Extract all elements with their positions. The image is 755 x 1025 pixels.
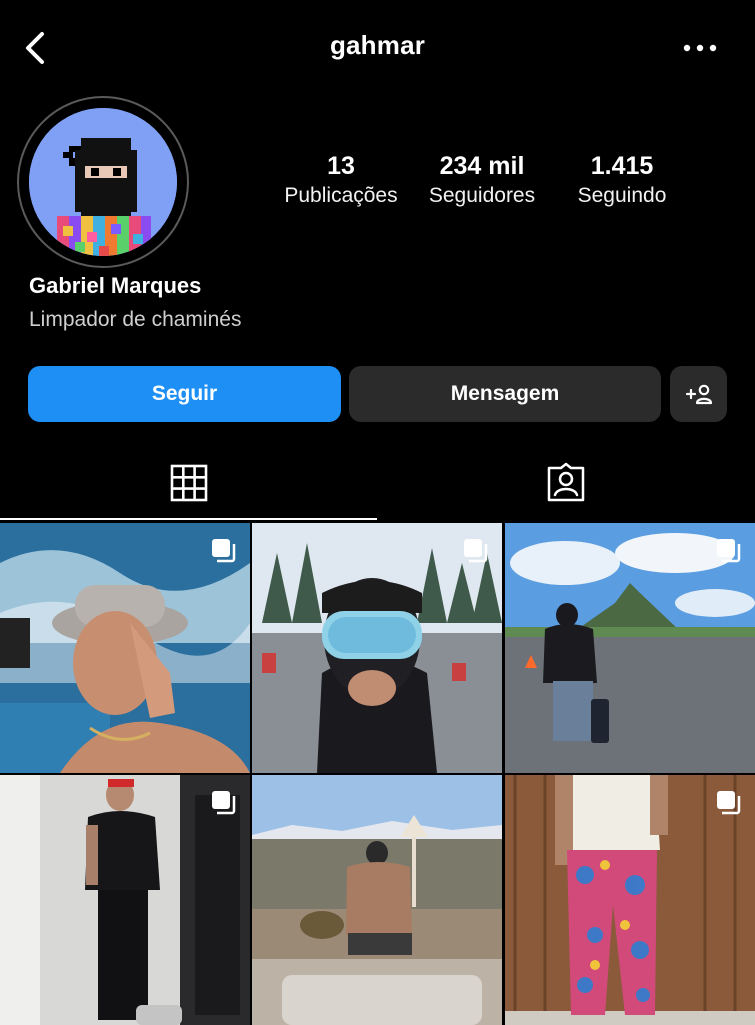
multi-photo-icon (717, 539, 741, 563)
top-bar: gahmar (0, 0, 755, 100)
tagged-person-icon (547, 462, 585, 502)
multi-photo-icon (212, 539, 236, 563)
follow-button[interactable]: Seguir (28, 366, 341, 422)
add-person-icon (685, 384, 712, 405)
stat-value: 234 mil (439, 152, 525, 180)
message-button[interactable]: Mensagem (349, 366, 661, 422)
post-tile[interactable] (252, 775, 502, 1025)
grid-icon (170, 464, 208, 502)
profile-bio: Limpador de chaminés (29, 308, 242, 331)
more-options-icon[interactable] (678, 30, 722, 66)
post-tile[interactable] (252, 523, 502, 773)
stat-following[interactable]: 1.415 Seguindo (562, 150, 682, 210)
avatar[interactable] (17, 96, 189, 268)
post-tile[interactable] (505, 523, 755, 773)
post-tile[interactable] (505, 775, 755, 1025)
stat-label: Seguindo (577, 184, 667, 207)
stat-label: Seguidores (428, 184, 536, 207)
multi-photo-icon (717, 791, 741, 815)
tab-tagged[interactable] (377, 450, 755, 520)
stat-value: 1.415 (590, 152, 654, 180)
post-tile[interactable] (0, 523, 250, 773)
username-title: gahmar (329, 30, 426, 60)
stat-value: 13 (327, 152, 355, 180)
pixel-ninja-avatar-icon (29, 108, 177, 256)
profile-name: Gabriel Marques (29, 273, 202, 298)
post-image (252, 775, 502, 1025)
stat-posts[interactable]: 13 Publicações (276, 150, 406, 210)
stat-label: Publicações (284, 184, 398, 207)
multi-photo-icon (464, 539, 488, 563)
post-tile[interactable] (0, 775, 250, 1025)
suggest-accounts-button[interactable] (670, 366, 727, 422)
tab-posts-grid[interactable] (0, 450, 377, 520)
active-tab-indicator (0, 518, 377, 520)
stat-followers[interactable]: 234 mil Seguidores (416, 150, 548, 210)
multi-photo-icon (212, 791, 236, 815)
